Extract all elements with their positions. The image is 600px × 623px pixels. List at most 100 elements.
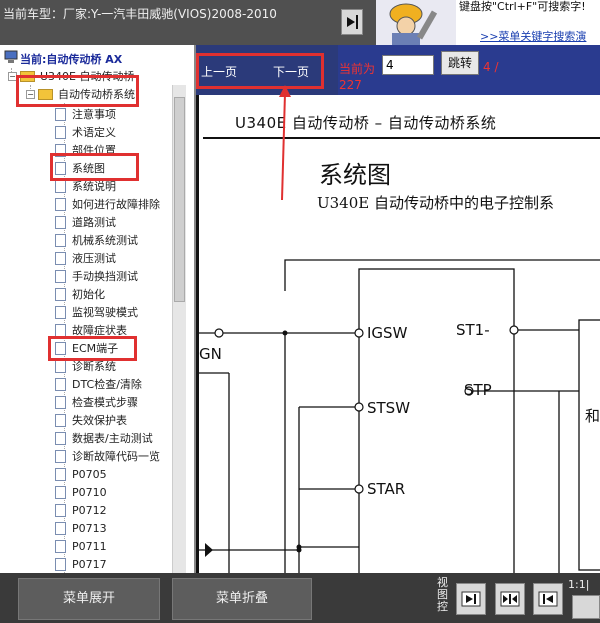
pin-label-stsw: STSW xyxy=(367,399,411,417)
document-icon xyxy=(55,395,66,409)
tree-item[interactable]: 术语定义 xyxy=(55,123,116,141)
tree-item[interactable]: 机械系统测试 xyxy=(55,231,138,249)
tree-item-label: 注意事项 xyxy=(72,108,116,121)
tree-item[interactable]: P0712 xyxy=(55,501,107,519)
fit-width-button[interactable] xyxy=(495,583,525,615)
tree-item-label: 液压测试 xyxy=(72,252,116,265)
tree-item-label: 如何进行故障排除 xyxy=(72,198,160,211)
tree-scrollbar[interactable] xyxy=(172,85,186,573)
tree-item-label: 机械系统测试 xyxy=(72,234,138,247)
document-icon xyxy=(55,287,66,301)
document-icon xyxy=(55,557,66,571)
worker-mascot-icon xyxy=(389,3,438,45)
tree-item[interactable]: 初始化 xyxy=(55,285,105,303)
document-icon xyxy=(55,377,66,391)
tree-item[interactable]: P0713 xyxy=(55,519,107,537)
highlight-ecm-terminal xyxy=(48,336,137,361)
tree-item[interactable]: P0711 xyxy=(55,537,107,555)
pin-label-star: STAR xyxy=(367,480,406,498)
document-icon xyxy=(55,431,66,445)
document-icon xyxy=(55,323,66,337)
document-icon xyxy=(55,107,66,121)
tree-item[interactable]: 液压测试 xyxy=(55,249,116,267)
highlight-system-diagram xyxy=(50,153,139,181)
tree-item-label: 监视驾驶模式 xyxy=(72,306,138,319)
tree-item-label: 诊断故障代码一览 xyxy=(72,450,160,463)
zoom-button[interactable] xyxy=(572,595,600,619)
tree-item[interactable]: 手动换挡测试 xyxy=(55,267,138,285)
tree-item[interactable]: P0710 xyxy=(55,483,107,501)
keyword-search-link[interactable]: >>菜单关键字搜索演 xyxy=(480,28,586,44)
document-icon xyxy=(55,197,66,211)
page-count: 4 / xyxy=(483,60,499,74)
highlight-pager xyxy=(196,53,324,89)
tree-item-label: P0712 xyxy=(72,503,107,517)
tree-item-label: P0711 xyxy=(72,539,107,553)
tree-item-label: DTC检查/清除 xyxy=(72,378,142,391)
tree-item[interactable]: 注意事项 xyxy=(55,105,116,123)
document-icon xyxy=(55,539,66,553)
menu-expand-button[interactable]: 菜单展开 xyxy=(18,578,160,620)
document-icon xyxy=(55,179,66,193)
tree-item-label: 数据表/主动测试 xyxy=(72,432,153,445)
zoom-level: 1:1| xyxy=(568,578,590,591)
arrow-right-icon xyxy=(347,15,358,29)
tree-item[interactable]: 道路测试 xyxy=(55,213,116,231)
menu-collapse-button[interactable]: 菜单折叠 xyxy=(172,578,312,620)
tree-item-label: 道路测试 xyxy=(72,216,116,229)
tree-item-label: 初始化 xyxy=(72,288,105,301)
document-icon xyxy=(55,449,66,463)
tree-item-label: 检查模式步骤 xyxy=(72,396,138,409)
tree-item-label: P0710 xyxy=(72,485,107,499)
document-icon xyxy=(55,467,66,481)
forward-button[interactable] xyxy=(341,9,363,35)
tree-item[interactable]: 诊断故障代码一览 xyxy=(55,447,160,465)
pin-label-gn: GN xyxy=(199,345,222,363)
view-control-label: 视图控 xyxy=(437,576,448,613)
tree-item[interactable]: 如何进行故障排除 xyxy=(55,195,160,213)
next-view-button[interactable] xyxy=(456,583,486,615)
current-node-label: 当前:自动传动桥 AX xyxy=(20,53,123,66)
mascot-image xyxy=(376,0,456,45)
tree-item[interactable]: 数据表/主动测试 xyxy=(55,429,153,447)
document-icon xyxy=(55,503,66,517)
page-total: 227 xyxy=(339,78,362,92)
pin-label-char: 和 xyxy=(585,407,600,425)
computer-icon xyxy=(4,50,18,63)
tree-item[interactable]: 失效保护表 xyxy=(55,411,127,429)
app-window: 当前车型：厂家:Y-一汽丰田威驰(VIOS)2008-2010 键盘按"Ctrl… xyxy=(0,0,600,623)
jump-button[interactable]: 跳转 xyxy=(441,51,479,75)
arrow-right-icon xyxy=(461,591,481,607)
top-bar: 当前车型：厂家:Y-一汽丰田威驰(VIOS)2008-2010 键盘按"Ctrl… xyxy=(0,0,600,45)
document-icon xyxy=(55,233,66,247)
vehicle-info: 当前车型：厂家:Y-一汽丰田威驰(VIOS)2008-2010 xyxy=(3,7,277,21)
tree-item[interactable]: P0705 xyxy=(55,465,107,483)
bottom-bar: 菜单展开 菜单折叠 视图控 1:1| xyxy=(0,573,600,623)
document-icon xyxy=(55,251,66,265)
fit-width-icon xyxy=(500,591,520,607)
menu-tree-panel: 当前:自动传动桥 AX − U340E 自动传动桥 − 自动传动桥系统 注意事项… xyxy=(0,45,196,573)
tree-item[interactable]: DTC检查/清除 xyxy=(55,375,142,393)
prev-view-button[interactable] xyxy=(533,583,563,615)
pin-label-st1: ST1- xyxy=(456,321,490,339)
arrow-left-icon xyxy=(538,591,558,607)
tree-item-label: P0705 xyxy=(72,467,107,481)
tree-item-label: 失效保护表 xyxy=(72,414,127,427)
page-number-input[interactable]: 4 xyxy=(382,55,434,75)
document-icon xyxy=(55,215,66,229)
tree-item[interactable]: P0717 xyxy=(55,555,107,573)
document-icon xyxy=(55,485,66,499)
tree-item-label: 术语定义 xyxy=(72,126,116,139)
tree-item[interactable]: 检查模式步骤 xyxy=(55,393,138,411)
tree-item-label: 手动换挡测试 xyxy=(72,270,138,283)
annotation-arrow xyxy=(279,85,291,201)
highlight-folder xyxy=(16,75,139,107)
document-icon xyxy=(55,125,66,139)
scroll-thumb[interactable] xyxy=(174,97,185,302)
current-page-label: 当前为 xyxy=(339,62,376,76)
document-icon xyxy=(55,269,66,283)
document-icon xyxy=(55,413,66,427)
tree-item-label: P0717 xyxy=(72,557,107,571)
tree-item-label: P0713 xyxy=(72,521,107,535)
tree-item[interactable]: 监视驾驶模式 xyxy=(55,303,138,321)
